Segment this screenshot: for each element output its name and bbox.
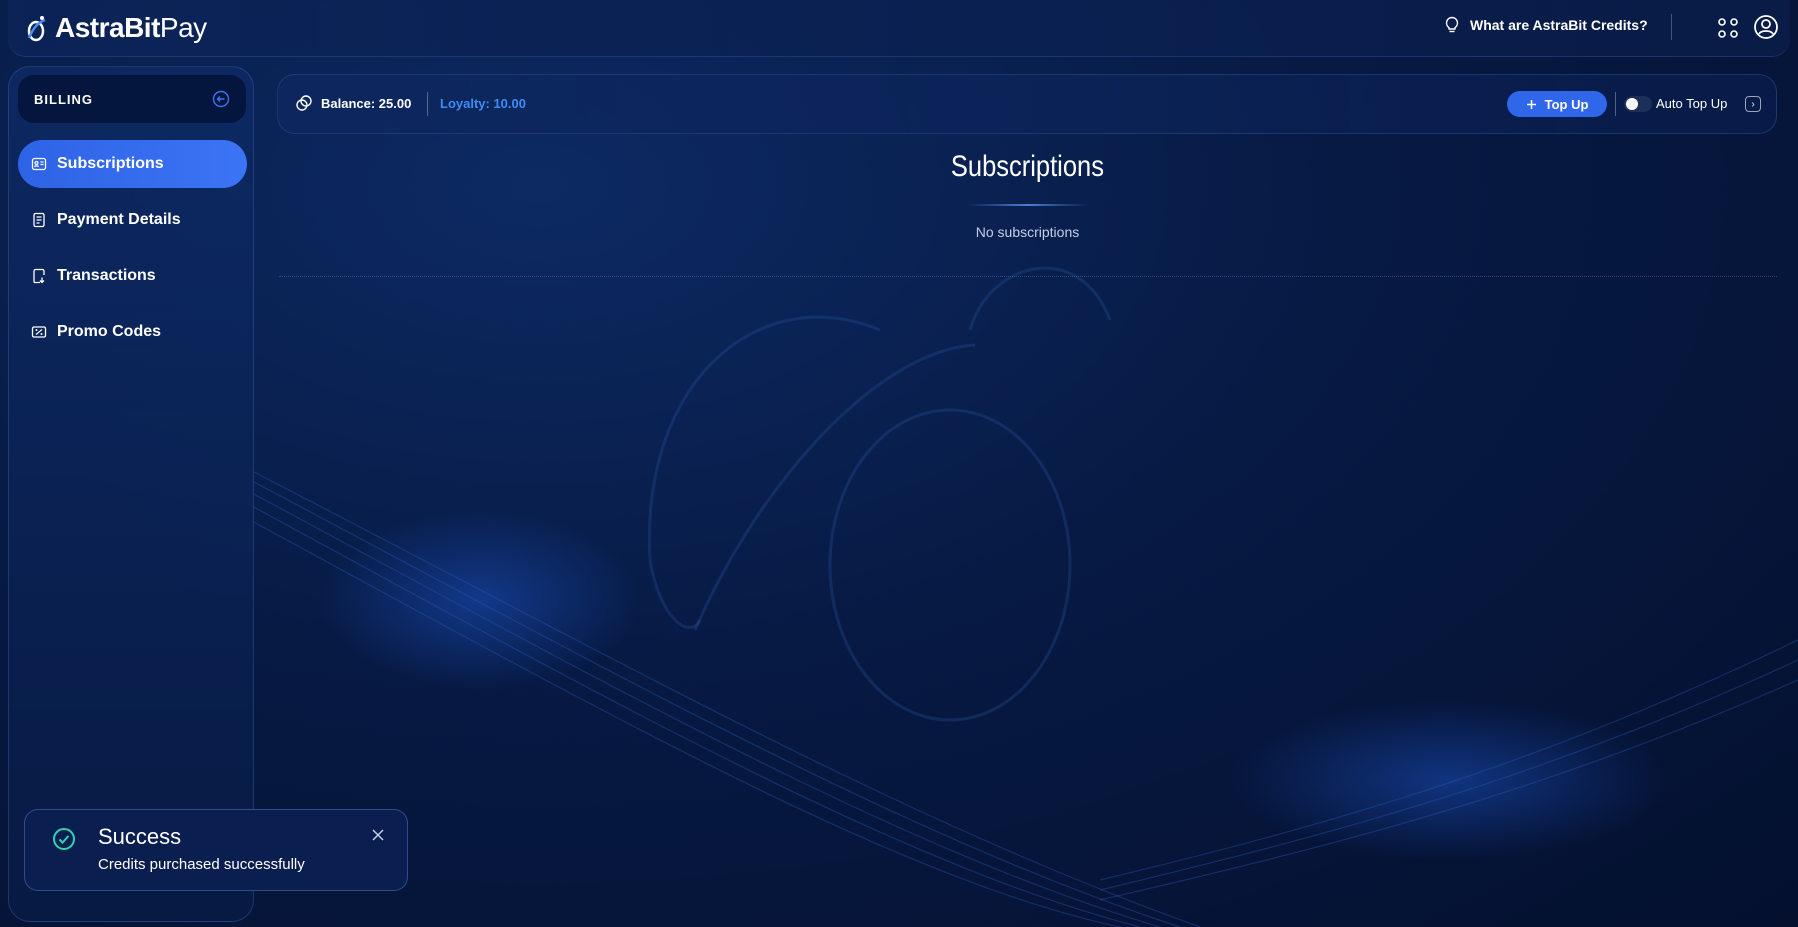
- auto-top-up-label: Auto Top Up: [1656, 96, 1728, 111]
- logo-icon: [27, 16, 46, 42]
- credits-help-label: What are AstraBit Credits?: [1470, 17, 1648, 33]
- loyalty-value: Loyalty: 10.00: [440, 96, 526, 111]
- subscriptions-icon: [31, 157, 47, 171]
- balance-bar: Balance: 25.00 Loyalty: 10.00 Top Up Aut…: [277, 74, 1777, 134]
- sidebar-item-transactions[interactable]: Transactions: [18, 252, 247, 300]
- close-icon[interactable]: [371, 828, 385, 842]
- toast-title: Success: [98, 824, 182, 849]
- auto-top-up-toggle[interactable]: [1624, 96, 1652, 112]
- top-up-button[interactable]: Top Up: [1507, 91, 1607, 117]
- account-icon[interactable]: [1753, 14, 1779, 40]
- toast-message: Credits purchased successfully: [98, 856, 305, 873]
- billing-label: BILLING: [34, 91, 93, 107]
- top-bar: AstraBitPay What are AstraBit Credits?: [8, 0, 1790, 57]
- top-up-divider: [1615, 92, 1616, 116]
- apps-grid-icon[interactable]: [1716, 16, 1740, 40]
- chevron-right-icon[interactable]: ›: [1745, 96, 1761, 112]
- top-up-label: Top Up: [1544, 96, 1589, 112]
- header-divider: [1671, 14, 1672, 40]
- coins-icon: [296, 95, 312, 111]
- sidebar-item-label: Transactions: [57, 267, 156, 284]
- background-artwork: [249, 266, 1798, 927]
- balance-value: Balance: 25.00: [321, 95, 412, 111]
- plus-icon: [1526, 99, 1536, 109]
- sidebar: BILLING Subscriptions Payment Details Tr…: [8, 66, 254, 922]
- content-divider: [279, 276, 1777, 277]
- billing-section-header: BILLING: [18, 75, 246, 123]
- promo-codes-icon: [31, 326, 47, 338]
- toggle-knob: [1626, 98, 1638, 110]
- brand-logo[interactable]: AstraBitPay: [25, 12, 207, 44]
- page-title: Subscriptions: [950, 150, 1104, 183]
- credits-help-link[interactable]: What are AstraBit Credits?: [1444, 16, 1648, 34]
- transactions-icon: [33, 268, 45, 284]
- lightbulb-icon: [1445, 16, 1459, 33]
- balance-divider: [427, 92, 428, 116]
- empty-state-message: No subscriptions: [975, 224, 1080, 240]
- balance-display: Balance: 25.00: [295, 94, 411, 112]
- collapse-back-icon[interactable]: [212, 90, 230, 108]
- success-toast: Success Credits purchased successfully: [24, 809, 408, 891]
- sidebar-item-label: Promo Codes: [57, 323, 162, 340]
- sidebar-item-promo-codes[interactable]: Promo Codes: [18, 308, 247, 356]
- brand-name: AstraBitPay: [55, 12, 207, 43]
- sidebar-item-label: Subscriptions: [57, 155, 164, 172]
- title-underline: [967, 204, 1088, 206]
- check-circle-icon: [53, 828, 75, 850]
